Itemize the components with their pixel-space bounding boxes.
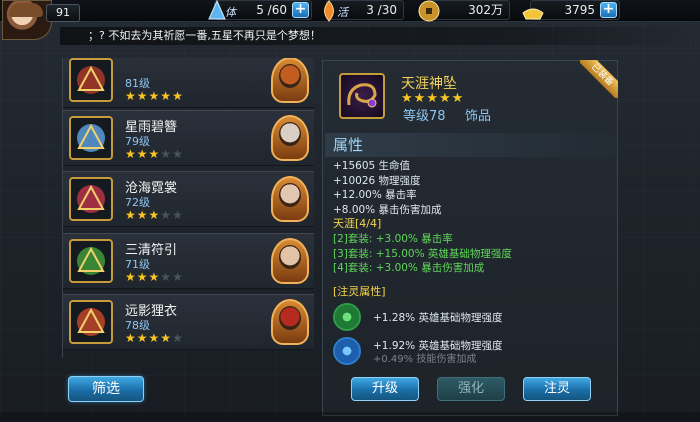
- spirit-header: [注灵属性]: [333, 285, 386, 298]
- item-icon: [339, 73, 385, 119]
- equipment-stars: ★★★★★: [125, 89, 184, 103]
- attr-line: +8.00% 暴击伤害加成: [333, 203, 442, 216]
- green-orb-icon: [333, 303, 361, 331]
- announcement-ticker: ；? 不如去为其祈愿一番,五星不再只是个梦想！: [60, 27, 700, 45]
- hero-portrait-icon[interactable]: [271, 299, 309, 345]
- hero-portrait-icon[interactable]: [271, 58, 309, 103]
- coin-icon: [417, 0, 441, 23]
- equipment-list-item[interactable]: 远影狸衣 78级 ★★★★★: [63, 294, 314, 350]
- equipment-icon: [69, 58, 113, 102]
- filter-button[interactable]: 筛选: [68, 376, 144, 402]
- attributes-header: 属性: [325, 133, 615, 157]
- attr-line: +12.00% 暴击率: [333, 189, 417, 202]
- equipped-tag: 已装备: [580, 60, 618, 98]
- hero-portrait-icon[interactable]: [271, 176, 309, 222]
- add-gold-button[interactable]: +: [600, 2, 617, 18]
- item-type: 饰品: [465, 109, 492, 124]
- vitality-counter: 活 3 /30: [324, 0, 404, 22]
- top-bar: 体 5 /60 + 活 3 /30 302万 3795 +: [0, 0, 700, 22]
- equipment-stars: ★★★★★: [125, 331, 184, 345]
- equipment-stars: ★★★★★: [125, 208, 184, 222]
- gold-ingot-icon: [521, 0, 545, 23]
- equipment-list[interactable]: 81级 ★★★★★ 星雨碧簪 79级 ★★★★★ 沧海霓裳 72级 ★★★★★ 三清符引 71级 ★…: [62, 58, 314, 358]
- equipment-icon: [69, 116, 113, 160]
- attr-line: +15605 生命值: [333, 160, 411, 172]
- vitality-label: 活: [337, 6, 348, 19]
- infuse-button[interactable]: 注灵: [523, 377, 591, 401]
- set-title: 天涯[4/4]: [333, 217, 382, 231]
- set-bonus-line: [3]套装: +15.00% 英雄基础物理强度: [333, 247, 512, 260]
- attr-line: +10026 物理强度: [333, 174, 421, 187]
- equipment-icon: [69, 177, 113, 221]
- enhance-button[interactable]: 强化: [437, 377, 505, 401]
- equipment-list-item[interactable]: 星雨碧簪 79级 ★★★★★: [63, 110, 314, 166]
- bottom-shade: [0, 412, 700, 422]
- hero-portrait-icon[interactable]: [271, 238, 309, 284]
- equipment-list-item[interactable]: 三清符引 71级 ★★★★★: [63, 233, 314, 289]
- equipment-list-item[interactable]: 81级 ★★★★★: [63, 58, 314, 108]
- equipment-stars: ★★★★★: [125, 147, 184, 161]
- hero-portrait-icon[interactable]: [271, 115, 309, 161]
- set-bonus-line: [4]套装: +3.00% 暴击伤害加成: [333, 262, 485, 275]
- equipment-icon: [69, 300, 113, 344]
- upgrade-button[interactable]: 升级: [351, 377, 419, 401]
- player-level: 91: [46, 4, 80, 22]
- set-bonus-line: [2]套装: +3.00% 暴击率: [333, 232, 453, 245]
- equipment-list-item[interactable]: 沧海霓裳 72级 ★★★★★: [63, 171, 314, 227]
- equipped-ribbon: 已装备: [580, 60, 618, 98]
- attributes-list: +15605 生命值 +10026 物理强度 +12.00% 暴击率 +8.00…: [333, 159, 512, 276]
- spirit-row: +1.28% 英雄基础物理强度: [333, 303, 603, 333]
- stamina-label: 体: [225, 6, 236, 19]
- stamina-counter: 体 5 /60 +: [208, 0, 312, 20]
- spirit-line: +1.28% 英雄基础物理强度: [373, 312, 503, 324]
- item-name: 天涯神坠: [401, 76, 457, 92]
- coin-counter: 302万: [418, 0, 510, 22]
- equipment-stars: ★★★★★: [125, 270, 184, 284]
- add-stamina-button[interactable]: +: [292, 2, 309, 18]
- item-detail-panel: 天涯神坠 ★★★★★ 等级78 饰品 已装备 属性 +15605 生命值 +10…: [322, 60, 618, 416]
- equipment-icon: [69, 239, 113, 283]
- player-avatar[interactable]: [2, 0, 52, 40]
- item-stars: ★★★★★: [401, 91, 465, 106]
- blue-orb-icon: [333, 337, 361, 365]
- spirit-overflow-line: +0.49% 技能伤害加成: [373, 354, 477, 365]
- item-level: 等级78: [403, 109, 446, 124]
- gold-counter: 3795 +: [522, 0, 620, 20]
